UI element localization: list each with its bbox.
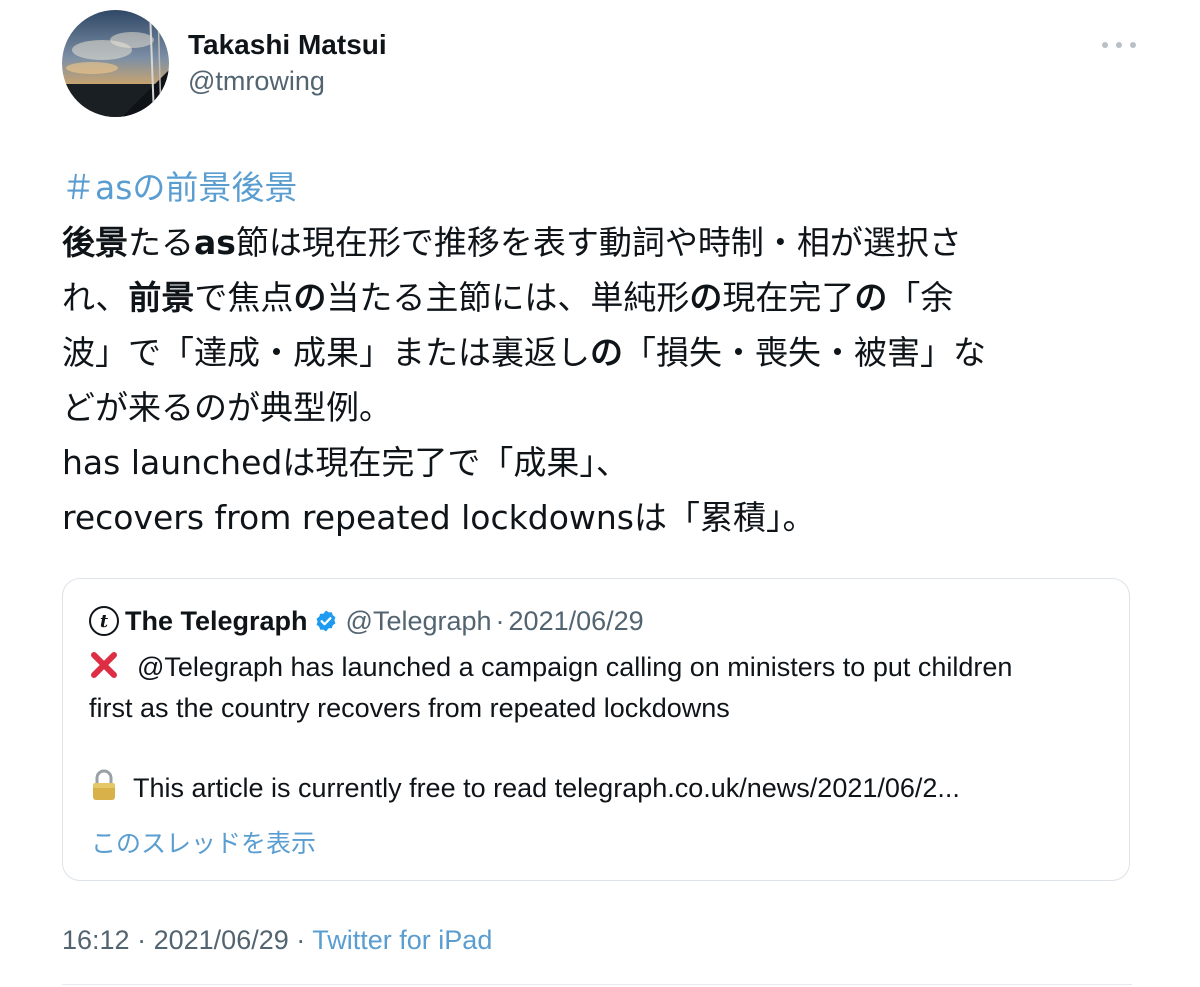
telegraph-logo-icon[interactable]: t: [89, 606, 119, 636]
author-avatar[interactable]: [62, 10, 169, 117]
quoted-text-line-3[interactable]: This article is currently free to read t…: [133, 773, 960, 803]
tweet-bold-segment: 前景: [128, 278, 195, 317]
tweet-text-segment: 「損失・喪失・被害」な: [623, 333, 986, 372]
more-horizontal-icon[interactable]: [1102, 30, 1136, 60]
quoted-author-name[interactable]: The Telegraph: [125, 606, 308, 637]
quoted-line: This article is currently free to read t…: [89, 768, 1109, 809]
author-display-name[interactable]: Takashi Matsui: [188, 29, 387, 61]
meta-separator: ·: [296, 925, 306, 955]
tweet-text-segment: 波」で「達成・成果」または裏返し: [62, 333, 590, 372]
tweet-bold-segment: の: [590, 333, 623, 372]
tweet-text-segment: 「余: [887, 278, 954, 317]
tweet-text-segment: has launchedは現在完了で「成果」、: [62, 443, 629, 482]
tweet-date[interactable]: 2021/06/29: [154, 925, 289, 955]
quoted-author-handle[interactable]: @Telegraph: [346, 606, 492, 637]
quoted-tweet-date[interactable]: 2021/06/29: [509, 606, 644, 637]
tweet-bold-segment: の: [854, 278, 888, 317]
show-thread-link[interactable]: このスレッドを表示: [91, 824, 316, 860]
author-handle[interactable]: @tmrowing: [188, 66, 325, 97]
tweet-bold-segment: の: [293, 278, 327, 317]
header-separator: ·: [495, 605, 505, 636]
lock-icon: [93, 769, 115, 800]
tweet-line: れ、前景で焦点の当たる主節には、単純形の現在完了の「余: [62, 270, 1142, 325]
quoted-text-line-1: @Telegraph has launched a campaign calli…: [137, 652, 1013, 682]
tweet-text-segment: recovers from repeated lockdownsは「累積」。: [62, 498, 816, 537]
tweet-text-segment: どが来るのが典型例。: [62, 388, 392, 427]
tweet-meta: 16:12 · 2021/06/29 · Twitter for iPad: [62, 925, 492, 956]
quoted-tweet-header: t The Telegraph @Telegraph · 2021/06/29: [89, 603, 644, 639]
tweet-bold-segment: 後景: [62, 223, 128, 262]
quoted-tweet-body: @Telegraph has launched a campaign calli…: [89, 647, 1109, 809]
cross-mark-icon: [91, 652, 117, 678]
tweet-line: 波」で「達成・成果」または裏返しの「損失・喪失・被害」な: [62, 325, 1142, 380]
tweet-line: has launchedは現在完了で「成果」、: [62, 435, 1142, 490]
tweet-text-segment: 当たる主節には、単純形: [326, 278, 690, 317]
tweet-text-segment: たる: [128, 223, 194, 262]
more-dot: [1116, 42, 1122, 48]
tweet-text-segment: れ、: [62, 278, 129, 317]
tweet-bold-segment: の: [689, 278, 723, 317]
tweet-line: どが来るのが典型例。: [62, 380, 1142, 435]
meta-separator: ·: [137, 925, 147, 955]
tweet-line: 後景たるas節は現在形で推移を表す動詞や時制・相が選択さ: [62, 215, 1142, 270]
tweet-line: recovers from repeated lockdownsは「累積」。: [62, 490, 1142, 545]
tweet-source-link[interactable]: Twitter for iPad: [312, 925, 492, 955]
verified-badge-icon: [316, 610, 335, 632]
tweet-text: ＃asの前景後景 後景たるas節は現在形で推移を表す動詞や時制・相が選択さ れ、前…: [62, 160, 1142, 545]
tweet-text-segment: で焦点: [194, 278, 294, 317]
tweet-text-segment: 節は現在形で推移を表す動詞や時制・相が選択さ: [235, 223, 962, 262]
quoted-text-line-2: first as the country recovers from repea…: [89, 693, 730, 723]
tweet-text-segment: 現在完了: [722, 278, 855, 317]
hashtag-line: ＃asの前景後景: [62, 160, 1142, 215]
more-dot: [1102, 42, 1108, 48]
tweet-body: 後景たるas節は現在形で推移を表す動詞や時制・相が選択さ れ、前景で焦点の当たる主…: [62, 215, 1142, 545]
quoted-line: first as the country recovers from repea…: [89, 688, 1109, 729]
more-dot: [1130, 42, 1136, 48]
hashtag-link[interactable]: ＃asの前景後景: [62, 168, 297, 207]
tweet-bold-segment: as: [194, 223, 236, 262]
quoted-tweet-card[interactable]: t The Telegraph @Telegraph · 2021/06/29 …: [62, 578, 1130, 881]
quoted-line: @Telegraph has launched a campaign calli…: [89, 647, 1109, 688]
divider: [62, 984, 1132, 985]
tweet-time[interactable]: 16:12: [62, 925, 130, 955]
